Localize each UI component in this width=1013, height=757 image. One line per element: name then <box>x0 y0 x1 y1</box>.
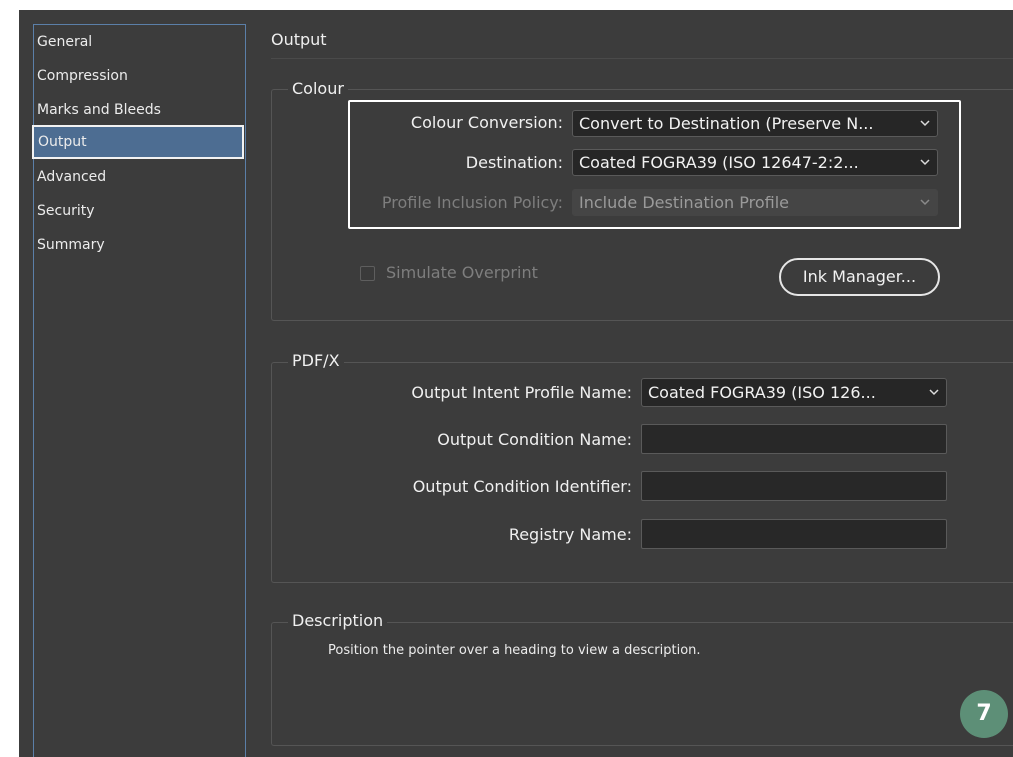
description-group <box>271 622 1013 746</box>
chevron-down-icon <box>920 120 930 127</box>
description-text: Position the pointer over a heading to v… <box>328 643 701 658</box>
sidebar-item-general[interactable]: General <box>34 25 245 59</box>
sidebar-item-advanced[interactable]: Advanced <box>34 160 245 194</box>
pdfx-group-title: PDF/X <box>288 351 344 370</box>
simulate-overprint-label: Simulate Overprint <box>386 263 538 282</box>
sidebar-item-security[interactable]: Security <box>34 194 245 228</box>
profile-inclusion-policy-label: Profile Inclusion Policy: <box>381 193 563 212</box>
sidebar-item-compression[interactable]: Compression <box>34 59 245 93</box>
output-condition-name-label: Output Condition Name: <box>437 430 632 449</box>
output-condition-identifier-field[interactable] <box>641 471 947 501</box>
destination-label: Destination: <box>465 153 563 172</box>
registry-name-label: Registry Name: <box>508 525 632 544</box>
sidebar: General Compression Marks and Bleeds Out… <box>32 24 246 757</box>
output-condition-name-field[interactable] <box>641 424 947 454</box>
page-title: Output <box>271 30 327 49</box>
profile-inclusion-policy-value: Include Destination Profile <box>579 193 789 212</box>
pdf-export-dialog: General Compression Marks and Bleeds Out… <box>19 10 1013 757</box>
chevron-down-icon <box>920 159 930 166</box>
profile-inclusion-policy-dropdown[interactable]: Include Destination Profile <box>572 189 938 216</box>
colour-conversion-dropdown[interactable]: Convert to Destination (Preserve N... <box>572 110 938 137</box>
chevron-down-icon <box>920 199 930 206</box>
simulate-overprint-checkbox[interactable] <box>360 266 375 281</box>
colour-conversion-label: Colour Conversion: <box>410 113 563 132</box>
sidebar-item-marks-and-bleeds[interactable]: Marks and Bleeds <box>34 93 245 127</box>
output-intent-profile-dropdown[interactable]: Coated FOGRA39 (ISO 126... <box>641 378 947 407</box>
sidebar-item-summary[interactable]: Summary <box>34 228 245 262</box>
title-divider <box>271 58 1013 59</box>
colour-conversion-value: Convert to Destination (Preserve N... <box>579 114 874 133</box>
chevron-down-icon <box>929 389 939 396</box>
colour-group-title: Colour <box>288 79 348 98</box>
destination-dropdown[interactable]: Coated FOGRA39 (ISO 12647-2:2... <box>572 149 938 176</box>
output-condition-identifier-label: Output Condition Identifier: <box>412 477 632 496</box>
output-intent-profile-label: Output Intent Profile Name: <box>411 383 632 402</box>
output-intent-profile-value: Coated FOGRA39 (ISO 126... <box>648 383 876 402</box>
registry-name-field[interactable] <box>641 519 947 549</box>
sidebar-item-output[interactable]: Output <box>32 125 244 159</box>
destination-value: Coated FOGRA39 (ISO 12647-2:2... <box>579 153 859 172</box>
step-number-badge: 7 <box>960 690 1008 738</box>
description-group-title: Description <box>288 611 388 630</box>
ink-manager-button[interactable]: Ink Manager... <box>779 258 940 296</box>
